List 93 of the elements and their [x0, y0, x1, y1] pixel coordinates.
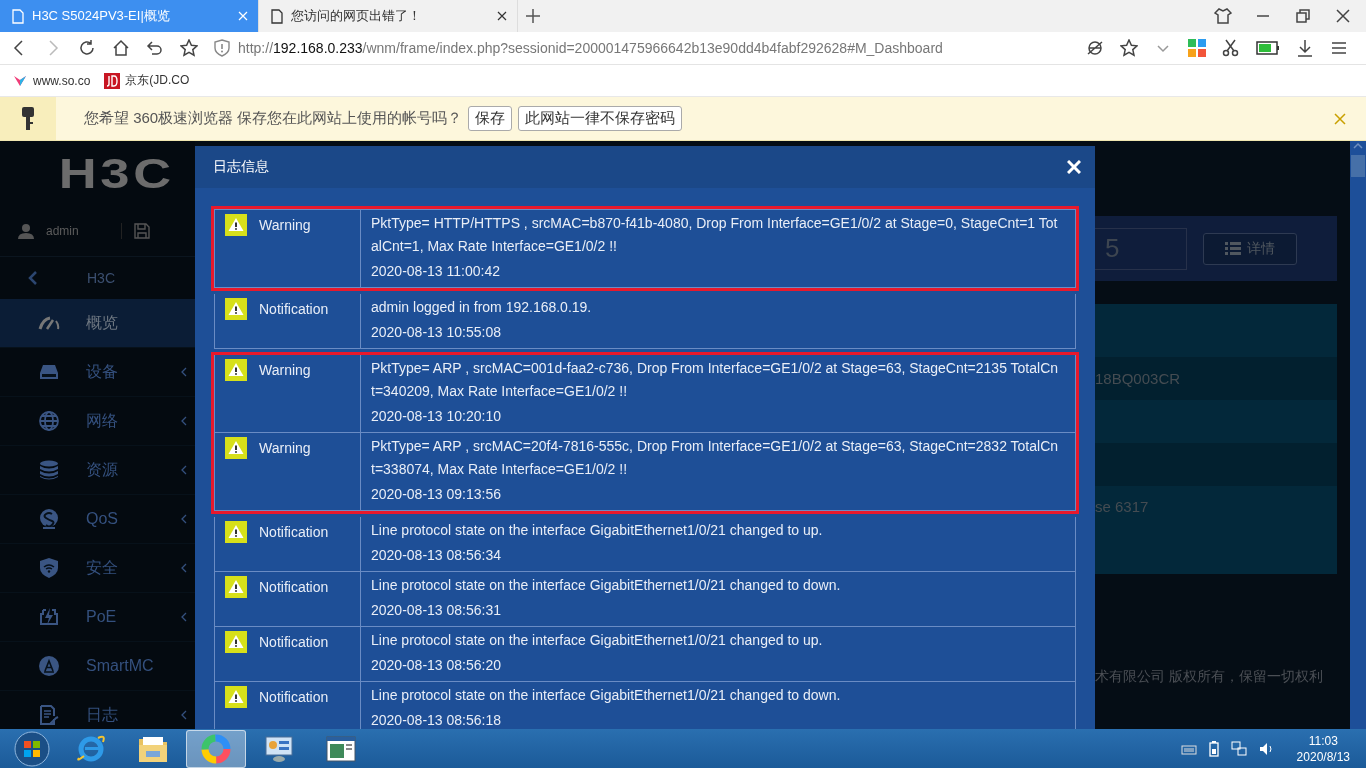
restore-icon[interactable] [1294, 7, 1312, 25]
log-level: Warning [259, 216, 311, 233]
warning-icon [225, 437, 247, 459]
control-panel-icon[interactable] [264, 735, 294, 763]
document-wrench-icon [39, 705, 59, 725]
page-icon [12, 8, 24, 24]
browser-e-icon[interactable] [76, 734, 106, 764]
warning-icon [225, 214, 247, 236]
folder-icon[interactable] [138, 735, 168, 763]
details-button[interactable]: 详情 [1203, 232, 1297, 265]
globe-icon [39, 411, 59, 431]
security-shield-icon[interactable] [214, 39, 230, 57]
scrollbar[interactable] [1350, 141, 1366, 729]
gauge-icon [38, 316, 60, 330]
info-value: 18BQ003CR [1095, 370, 1181, 387]
log-message: PktType= ARP , srcMAC=001d-faa2-c736, Drop From Interface=GE1/0/2 at Stage=63, StageCnt=2135 TotalCnt=340209, Max Rate Interface=GE1/0/2 !! [371, 359, 1060, 401]
undo-icon[interactable] [146, 39, 164, 57]
log-time: 2020-08-13 10:20:10 [371, 407, 502, 426]
battery-icon[interactable] [1256, 41, 1280, 55]
list-icon [1225, 242, 1241, 255]
app-grid-icon[interactable] [1188, 39, 1206, 57]
star-icon[interactable] [180, 39, 198, 57]
database-icon [39, 460, 59, 480]
save-password-prompt: 您希望 360极速浏览器 保存您在此网站上使用的帐号吗？ [84, 109, 463, 128]
log-level: Warning [259, 361, 311, 378]
log-message: Line protocol state on the interface GigabitEthernet1/0/21 changed to down. [371, 576, 842, 595]
warning-icon [225, 576, 247, 598]
application-window-icon[interactable] [326, 736, 356, 762]
log-message: PktType= HTTP/HTTPS , srcMAC=b870-f41b-4080, Drop From Interface=GE1/0/2 at Stage=0, StageCnt=1 TotalCnt=1, Max Rate Interface=GE1/0/2 !! [371, 214, 1059, 256]
log-message: Line protocol state on the interface GigabitEthernet1/0/21 changed to up. [371, 631, 824, 650]
log-message: Line protocol state on the interface GigabitEthernet1/0/21 changed to up. [371, 521, 824, 540]
shirt-icon[interactable] [1214, 7, 1232, 25]
copyright-text: 术有限公司 版权所有，保留一切权利 [1095, 668, 1324, 686]
menu-item[interactable]: 安全 [0, 544, 195, 593]
log-time: 2020-08-13 08:56:20 [371, 656, 502, 675]
user-icon [18, 223, 34, 239]
bookmark-link[interactable]: www.so.co [12, 72, 91, 89]
scroll-thumb[interactable] [1351, 155, 1365, 177]
bookmark-link[interactable]: 京东(JD.CO [104, 72, 190, 89]
drive-icon [40, 365, 58, 379]
menu-item[interactable]: 概览 [0, 299, 195, 348]
log-level: Notification [259, 300, 329, 317]
log-level: Notification [259, 633, 329, 650]
menu-item[interactable]: SmartMC [0, 642, 195, 691]
qos-icon [39, 508, 59, 530]
prompt-button[interactable]: 保存 [468, 106, 513, 131]
address-field[interactable]: http://192.168.0.233/wnm/frame/index.php?sessionid=200001475966642b13e90dd4b4fabf292628#M_Dashboard [214, 39, 1070, 57]
log-level: Notification [259, 523, 329, 540]
volume-icon[interactable] [1258, 741, 1275, 757]
battery-icon[interactable] [1208, 741, 1219, 757]
menu-icon[interactable] [1330, 39, 1348, 57]
warning-icon [225, 298, 247, 320]
download-icon[interactable] [1296, 39, 1314, 57]
username: admin [46, 224, 79, 238]
shield-icon [40, 558, 58, 578]
close-tab-icon[interactable] [497, 11, 507, 21]
log-level: Notification [259, 578, 329, 595]
clock[interactable]: 11:03 2020/8/13 [1286, 733, 1350, 765]
letter-a-icon [39, 656, 59, 676]
home-icon[interactable] [112, 39, 130, 57]
power-plug-icon [39, 607, 59, 627]
network-icon[interactable] [1230, 741, 1247, 757]
log-level: Notification [259, 688, 329, 705]
log-message: admin logged in from 192.168.0.19. [371, 298, 593, 317]
browser-tab[interactable]: H3C S5024PV3-EI|概览 [0, 0, 259, 32]
log-level: Warning [259, 439, 311, 456]
log-time: 2020-08-13 10:55:08 [371, 323, 502, 342]
log-message: Line protocol state on the interface GigabitEthernet1/0/21 changed to down. [371, 686, 842, 705]
color-ring-icon[interactable] [201, 734, 231, 764]
menu-item[interactable]: QoS [0, 495, 195, 544]
breadcrumb: H3C [87, 270, 115, 286]
dialog-title: 日志信息 [213, 158, 269, 176]
log-time: 2020-08-13 08:56:34 [371, 546, 502, 565]
prompt-button[interactable]: 此网站一律不保存密码 [518, 106, 683, 131]
page-icon [271, 8, 283, 24]
warning-icon [225, 631, 247, 653]
log-time: 2020-08-13 08:56:31 [371, 601, 502, 620]
warning-icon [225, 686, 247, 708]
warning-icon [225, 359, 247, 381]
scissors-icon[interactable] [1222, 39, 1240, 57]
log-time: 2020-08-13 09:13:56 [371, 485, 502, 504]
warning-icon [225, 521, 247, 543]
jd-logo-icon [104, 72, 121, 89]
log-time: 2020-08-13 08:56:18 [371, 711, 502, 729]
start-button[interactable] [14, 731, 50, 767]
info-value: se 6317 [1095, 498, 1149, 515]
close-icon[interactable] [1334, 7, 1352, 25]
key-icon [22, 106, 34, 131]
brand-logo: H3C [57, 148, 176, 199]
bookmark-star-icon[interactable] [1120, 39, 1138, 57]
reload-icon[interactable] [78, 39, 96, 57]
log-message: PktType= ARP , srcMAC=20f4-7816-555c, Drop From Interface=GE1/0/2 at Stage=63, StageCnt=2832 TotalCnt=338074, Max Rate Interface=GE1/0/2 !! [371, 437, 1060, 479]
log-time: 2020-08-13 11:00:42 [371, 262, 501, 281]
